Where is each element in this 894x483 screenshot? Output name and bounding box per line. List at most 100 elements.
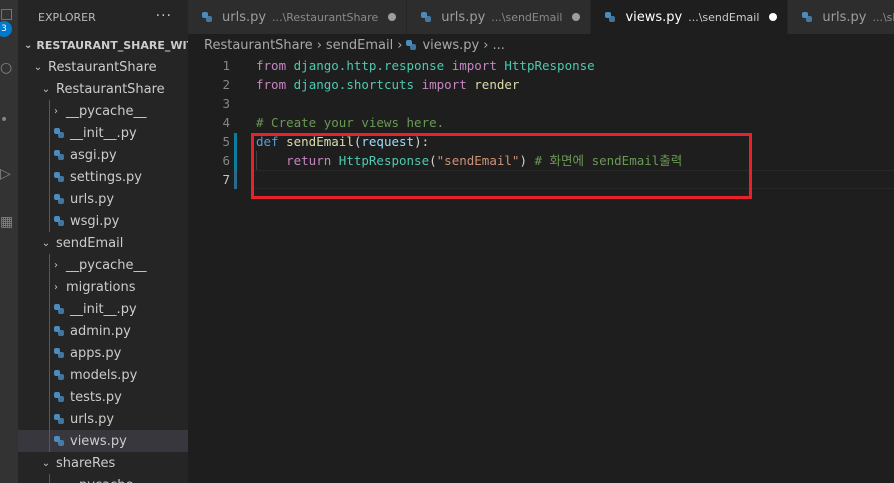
- file-item[interactable]: settings.py: [18, 166, 188, 188]
- python-file-icon: [54, 414, 64, 424]
- line-number: 5: [222, 134, 230, 149]
- file-item[interactable]: __init__.py: [18, 298, 188, 320]
- unsaved-dot-icon[interactable]: [388, 13, 397, 21]
- source-control-icon[interactable]: •: [0, 112, 18, 132]
- code-token: return: [286, 153, 332, 168]
- tab-bar: urls.py ...\RestaurantShare urls.py ...\sen…: [188, 0, 894, 34]
- editor-tab[interactable]: urls.py ...\shareRes: [788, 0, 894, 34]
- line-number: 1: [222, 58, 230, 73]
- code-text: return HttpResponse("sendEmail") # 화면에 s…: [256, 151, 682, 170]
- file-item[interactable]: apps.py: [18, 342, 188, 364]
- indent-guide: [49, 298, 50, 320]
- tree-item-label: __init__.py: [70, 301, 137, 317]
- folder-item[interactable]: ⌄ RestaurantShare: [18, 56, 188, 78]
- workspace-section[interactable]: ⌄ RESTAURANT_SHARE_WIT...: [18, 34, 188, 56]
- line-number: 2: [222, 77, 230, 92]
- unsaved-dot-icon[interactable]: [572, 13, 581, 21]
- file-item[interactable]: models.py: [18, 364, 188, 386]
- editor-tab[interactable]: urls.py ...\RestaurantShare: [188, 0, 408, 34]
- python-file-icon: [54, 304, 64, 314]
- activity-bar: □ 3 ○ • ▷ ▦: [0, 0, 18, 483]
- folder-item[interactable]: › __pycache__: [18, 254, 188, 276]
- python-file-icon: [54, 436, 64, 446]
- tab-path: ...\sendEmail: [688, 10, 760, 24]
- indent-guide: [49, 342, 50, 364]
- code-text: from django.http.response import HttpRes…: [256, 56, 595, 75]
- more-actions-icon[interactable]: ···: [156, 8, 172, 24]
- search-icon[interactable]: ○: [0, 60, 18, 80]
- code-token: # Create your views here.: [256, 115, 445, 130]
- folder-item[interactable]: ⌄ sendEmail: [18, 232, 188, 254]
- tree-item-label: migrations: [66, 279, 136, 295]
- tab-filename: urls.py: [222, 9, 267, 25]
- chevron-down-icon: ⌄: [24, 39, 33, 51]
- chevron-right-icon: ›: [54, 281, 58, 293]
- tree-item-label: asgi.py: [70, 147, 117, 163]
- python-file-icon: [54, 216, 64, 226]
- folder-item[interactable]: ⌄ shareRes: [18, 452, 188, 474]
- breadcrumb-file[interactable]: views.py: [422, 38, 479, 53]
- file-item[interactable]: tests.py: [18, 386, 188, 408]
- tree-item-label: __init__.py: [70, 125, 137, 141]
- code-line: 5 def sendEmail(request):: [188, 132, 894, 151]
- extensions-icon[interactable]: ▦: [0, 214, 18, 234]
- folder-item[interactable]: › migrations: [18, 276, 188, 298]
- tree-item-label: urls.py: [70, 411, 115, 427]
- tree-item-label: models.py: [70, 367, 138, 383]
- python-file-icon: [406, 40, 417, 50]
- unsaved-dot-icon[interactable]: [769, 13, 778, 21]
- indent-guide: [49, 100, 50, 122]
- file-item[interactable]: urls.py: [18, 408, 188, 430]
- file-item[interactable]: wsgi.py: [18, 210, 188, 232]
- tree-item-label: admin.py: [70, 323, 131, 339]
- tree-item-label: RestaurantShare: [48, 59, 157, 75]
- chevron-down-icon: ⌄: [41, 237, 51, 249]
- file-item[interactable]: views.py: [18, 430, 188, 452]
- tree-item-label: wsgi.py: [70, 213, 120, 229]
- tree-item-label: RestaurantShare: [56, 81, 165, 97]
- code-line: 1 from django.http.response import HttpRe…: [188, 56, 894, 75]
- tree-item-label: tests.py: [70, 389, 122, 405]
- code-line: 4 # Create your views here.: [188, 113, 894, 132]
- code-line: 7: [188, 170, 894, 189]
- tree-item-label: urls.py: [70, 191, 115, 207]
- indent-guide: [49, 386, 50, 408]
- code-editor[interactable]: 1 from django.http.response import HttpRe…: [188, 56, 894, 483]
- folder-item[interactable]: ⌄ RestaurantShare: [18, 78, 188, 100]
- breadcrumb-folder[interactable]: RestaurantShare: [204, 38, 313, 53]
- code-token: HttpResponse: [504, 58, 595, 73]
- breadcrumb-subfolder[interactable]: sendEmail: [326, 38, 393, 53]
- breadcrumb-tail[interactable]: ...: [492, 38, 504, 53]
- file-item[interactable]: urls.py: [18, 188, 188, 210]
- folder-item[interactable]: › __pycache__: [18, 100, 188, 122]
- tab-path: ...\shareRes: [872, 10, 894, 24]
- python-file-icon: [54, 348, 64, 358]
- tree-item-label: settings.py: [70, 169, 142, 185]
- file-item[interactable]: admin.py: [18, 320, 188, 342]
- tree-item-label: sendEmail: [56, 235, 124, 251]
- python-file-icon: [54, 172, 64, 182]
- tree-item-label: apps.py: [70, 345, 122, 361]
- indent-guide: [49, 210, 50, 232]
- file-item[interactable]: __init__.py: [18, 122, 188, 144]
- line-number: 6: [222, 153, 230, 168]
- editor-tab[interactable]: urls.py ...\sendEmail: [407, 0, 592, 34]
- code-token: (: [429, 153, 437, 168]
- notification-badge: 3: [0, 21, 12, 37]
- editor-tab[interactable]: views.py ...\sendEmail: [591, 0, 789, 34]
- code-text: from django.shortcuts import render: [256, 75, 519, 94]
- indent-guide: [49, 430, 50, 452]
- indent-guide: [49, 166, 50, 188]
- file-item[interactable]: asgi.py: [18, 144, 188, 166]
- run-debug-icon[interactable]: ▷: [0, 166, 18, 186]
- chevron-down-icon: ⌄: [33, 61, 43, 73]
- code-token: ):: [414, 134, 430, 149]
- file-tree: ⌄ RestaurantShare ⌄ RestaurantShare › __pycac…: [18, 56, 188, 483]
- tab-path: ...\RestaurantShare: [272, 10, 379, 24]
- folder-item[interactable]: › __pycache__: [18, 474, 188, 483]
- code-token: from: [256, 77, 287, 92]
- tree-item-label: views.py: [70, 433, 127, 449]
- code-token: from: [256, 58, 287, 73]
- indent-guide: [49, 408, 50, 430]
